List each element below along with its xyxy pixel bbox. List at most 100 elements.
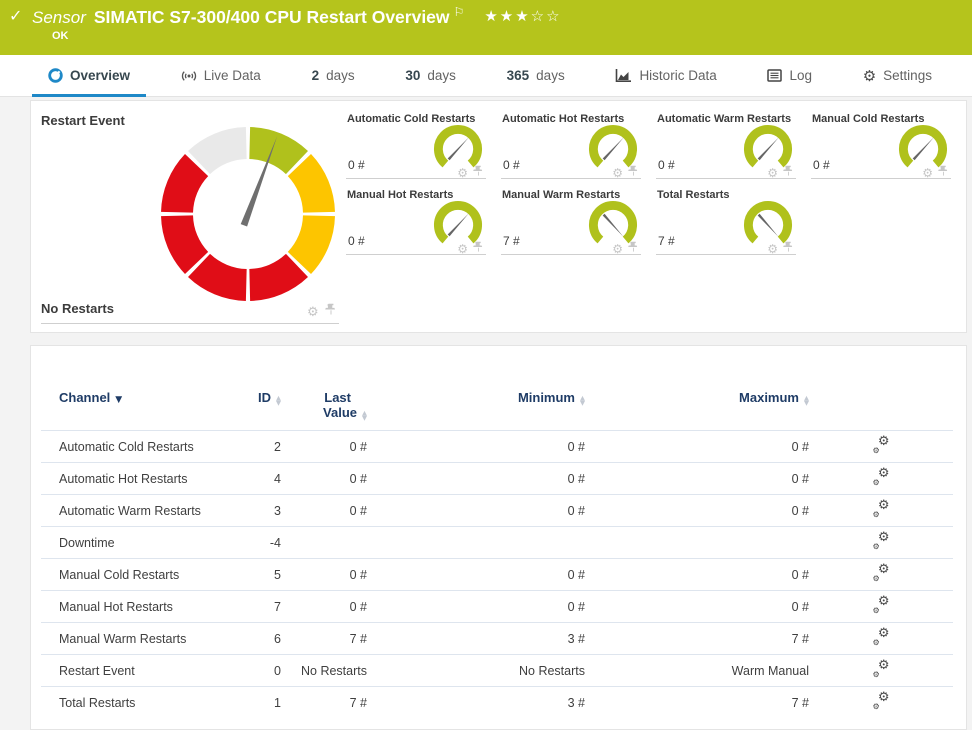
- live-data-icon: [181, 68, 197, 84]
- gear-icon[interactable]: ⚙: [457, 167, 468, 179]
- star-icon[interactable]: ☆: [546, 8, 561, 25]
- star-icon[interactable]: ★: [515, 8, 530, 25]
- maximum-cell: 0 #: [585, 559, 809, 591]
- tab-number: 2: [312, 68, 320, 83]
- main-gauge-value: No Restarts: [41, 301, 114, 316]
- channel-settings-icon[interactable]: ⚙⚙: [873, 566, 890, 582]
- flag-icon[interactable]: ⚐: [454, 5, 465, 19]
- column-header-maximum[interactable]: Maximum▲▼: [585, 346, 809, 431]
- minimum-cell: 3 #: [367, 687, 585, 719]
- pin-icon[interactable]: [473, 164, 484, 182]
- channel-gauge-cell[interactable]: Automatic Cold Restarts0 #⚙: [346, 111, 486, 179]
- table-row: Manual Cold Restarts50 #0 #0 #⚙⚙: [41, 559, 953, 591]
- tab-live-data[interactable]: Live Data: [175, 55, 267, 96]
- column-header-last-value[interactable]: Last Value▲▼: [281, 346, 367, 431]
- tab-settings[interactable]: ⚙ Settings: [857, 55, 938, 96]
- last-value-cell: 0 #: [281, 463, 367, 495]
- table-header-row: Channel▼ ID▲▼ Last Value▲▼ Minimum▲▼ Max…: [41, 346, 953, 431]
- channel-name-cell[interactable]: Automatic Warm Restarts: [41, 495, 241, 527]
- maximum-cell: [585, 527, 809, 559]
- status-ok-label: OK: [52, 30, 69, 42]
- channel-gauge-cell[interactable]: Automatic Warm Restarts0 #⚙: [656, 111, 796, 179]
- channel-gauge-value: 0 #: [658, 158, 675, 172]
- star-icon[interactable]: ★: [500, 8, 515, 25]
- tab-historic-data[interactable]: Historic Data: [609, 55, 722, 96]
- gear-icon[interactable]: ⚙: [612, 167, 623, 179]
- channel-name-cell[interactable]: Manual Cold Restarts: [41, 559, 241, 591]
- channel-settings-icon[interactable]: ⚙⚙: [873, 438, 890, 454]
- divider: [41, 323, 339, 324]
- star-icon[interactable]: ☆: [531, 8, 546, 25]
- table-row: Downtime-4⚙⚙: [41, 527, 953, 559]
- gear-icon[interactable]: ⚙: [612, 243, 623, 255]
- channel-settings-icon[interactable]: ⚙⚙: [873, 662, 890, 678]
- last-value-cell: 7 #: [281, 687, 367, 719]
- channel-table: Channel▼ ID▲▼ Last Value▲▼ Minimum▲▼ Max…: [41, 346, 953, 718]
- pin-icon[interactable]: [938, 164, 949, 182]
- sort-icon: ▲▼: [580, 396, 585, 405]
- minimum-cell: 0 #: [367, 431, 585, 463]
- tab-number: 365: [507, 68, 530, 83]
- tab-30-days[interactable]: 30 days: [399, 55, 462, 96]
- channel-settings-icon[interactable]: ⚙⚙: [873, 630, 890, 646]
- channel-gauge-cell[interactable]: Automatic Hot Restarts0 #⚙: [501, 111, 641, 179]
- channel-settings-icon[interactable]: ⚙⚙: [873, 534, 890, 550]
- minimum-cell: 0 #: [367, 591, 585, 623]
- channel-name-cell[interactable]: Manual Hot Restarts: [41, 591, 241, 623]
- minimum-cell: No Restarts: [367, 655, 585, 687]
- channel-settings-icon[interactable]: ⚙⚙: [873, 502, 890, 518]
- last-value-cell: 0 #: [281, 431, 367, 463]
- channel-gauge-value: 0 #: [503, 158, 520, 172]
- gear-icon[interactable]: ⚙: [922, 167, 933, 179]
- star-icon[interactable]: ★: [484, 8, 499, 25]
- channel-id-cell: 1: [241, 687, 281, 719]
- channel-gauge-title: Total Restarts: [657, 189, 730, 201]
- column-header-channel[interactable]: Channel▼: [41, 346, 241, 431]
- log-icon: [767, 69, 782, 82]
- tab-overview[interactable]: Overview: [42, 55, 136, 96]
- channel-gauge-cell[interactable]: Total Restarts7 #⚙: [656, 187, 796, 255]
- tab-365-days[interactable]: 365 days: [501, 55, 571, 96]
- tab-label: Live Data: [204, 68, 261, 83]
- channel-gauge-cell[interactable]: Manual Hot Restarts0 #⚙: [346, 187, 486, 255]
- minimum-cell: 0 #: [367, 463, 585, 495]
- column-header-id[interactable]: ID▲▼: [241, 346, 281, 431]
- maximum-cell: 0 #: [585, 591, 809, 623]
- tab-label: Log: [789, 68, 812, 83]
- maximum-cell: 7 #: [585, 623, 809, 655]
- gauges-panel: Restart Event No Restarts ⚙ Automatic Co…: [30, 100, 967, 333]
- pin-icon[interactable]: [473, 240, 484, 258]
- maximum-cell: 0 #: [585, 495, 809, 527]
- channel-name-cell[interactable]: Restart Event: [41, 655, 241, 687]
- channel-settings-icon[interactable]: ⚙⚙: [873, 598, 890, 614]
- channel-gauge-cell[interactable]: Manual Warm Restarts7 #⚙: [501, 187, 641, 255]
- last-value-cell: No Restarts: [281, 655, 367, 687]
- gear-icon[interactable]: ⚙: [767, 167, 778, 179]
- last-value-cell: 7 #: [281, 623, 367, 655]
- star-rating[interactable]: ★★★☆☆: [484, 8, 561, 25]
- pin-icon[interactable]: [628, 240, 639, 258]
- channel-settings-icon[interactable]: ⚙⚙: [873, 694, 890, 710]
- channel-gauge-cell[interactable]: Manual Cold Restarts0 #⚙: [811, 111, 951, 179]
- pin-icon[interactable]: [325, 303, 337, 321]
- tab-log[interactable]: Log: [761, 55, 818, 96]
- channel-name-cell[interactable]: Manual Warm Restarts: [41, 623, 241, 655]
- channel-settings-icon[interactable]: ⚙⚙: [873, 470, 890, 486]
- channel-name-cell[interactable]: Automatic Cold Restarts: [41, 431, 241, 463]
- channel-name-cell[interactable]: Downtime: [41, 527, 241, 559]
- maximum-cell: 0 #: [585, 431, 809, 463]
- gear-icon[interactable]: ⚙: [767, 243, 778, 255]
- pin-icon[interactable]: [783, 240, 794, 258]
- channel-name-cell[interactable]: Automatic Hot Restarts: [41, 463, 241, 495]
- pin-icon[interactable]: [783, 164, 794, 182]
- gear-icon[interactable]: ⚙: [457, 243, 468, 255]
- tab-2-days[interactable]: 2 days: [306, 55, 361, 96]
- restart-event-gauge: [158, 124, 338, 304]
- pin-icon[interactable]: [628, 164, 639, 182]
- gear-icon[interactable]: ⚙: [307, 306, 319, 319]
- channel-id-cell: 2: [241, 431, 281, 463]
- channel-name-cell[interactable]: Total Restarts: [41, 687, 241, 719]
- column-header-minimum[interactable]: Minimum▲▼: [367, 346, 585, 431]
- channel-id-cell: 7: [241, 591, 281, 623]
- maximum-cell: 7 #: [585, 687, 809, 719]
